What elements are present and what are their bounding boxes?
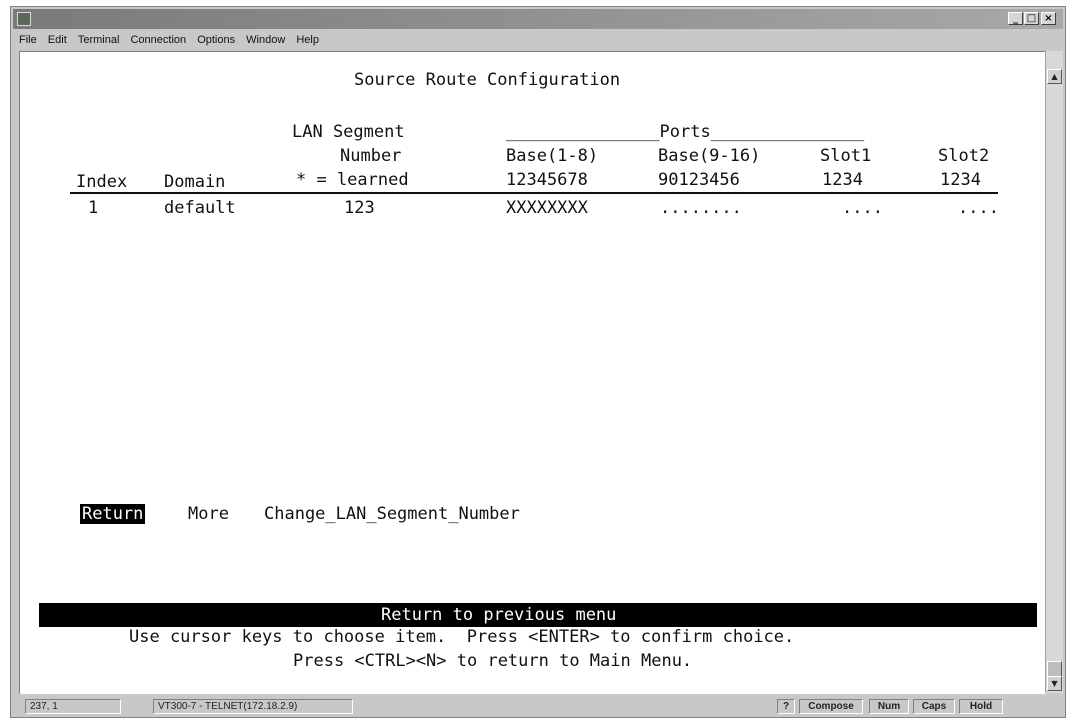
- vertical-scrollbar[interactable]: ▲ ▼: [1045, 51, 1063, 693]
- scroll-thumb[interactable]: [1047, 661, 1062, 677]
- change-lan-segment-number-command[interactable]: Change_LAN_Segment_Number: [264, 504, 520, 524]
- menu-window[interactable]: Window: [246, 31, 285, 49]
- terminal-window: _ □ × File Edit Terminal Connection Opti…: [10, 6, 1066, 718]
- connection-status: VT300-7 - TELNET(172.18.2.9): [153, 699, 353, 714]
- header-rule: [70, 192, 998, 194]
- help-bar: Return to previous menu: [39, 603, 1037, 627]
- help-line-1: Use cursor keys to choose item. Press <E…: [129, 627, 795, 647]
- menu-help[interactable]: Help: [296, 31, 319, 49]
- slot1-digits: 1234: [822, 170, 863, 190]
- row-domain: default: [164, 198, 236, 218]
- slot1-header: Slot1: [820, 146, 872, 166]
- app-icon[interactable]: [17, 12, 31, 26]
- ports-header: _______________Ports_______________: [506, 122, 865, 142]
- row-lan-segment: 123: [344, 198, 375, 218]
- menu-bar: File Edit Terminal Connection Options Wi…: [13, 31, 1063, 49]
- menu-file[interactable]: File: [19, 31, 37, 49]
- help-indicator: ?: [777, 699, 795, 714]
- cursor-position: 237, 1: [25, 699, 121, 714]
- base-9-16-digits: 90123456: [658, 170, 740, 190]
- terminal-screen[interactable]: Source Route Configuration LAN Segment N…: [19, 51, 1046, 694]
- status-bar: 237, 1 VT300-7 - TELNET(172.18.2.9) ? Co…: [13, 697, 1063, 716]
- menu-connection[interactable]: Connection: [130, 31, 186, 49]
- base-1-8-header: Base(1-8): [506, 146, 599, 166]
- row-base-9-16: ........: [660, 198, 742, 218]
- index-header: Index: [76, 172, 128, 192]
- minimize-button[interactable]: _: [1008, 12, 1023, 25]
- lan-number-header: Number: [340, 146, 402, 166]
- domain-header: Domain: [164, 172, 226, 192]
- lan-segment-header: LAN Segment: [292, 122, 405, 142]
- help-bar-text: Return to previous menu: [381, 605, 617, 625]
- slot2-header: Slot2: [938, 146, 990, 166]
- scroll-up-icon[interactable]: ▲: [1047, 69, 1062, 84]
- menu-options[interactable]: Options: [197, 31, 235, 49]
- hold-indicator: Hold: [959, 699, 1003, 714]
- row-base-1-8: XXXXXXXX: [506, 198, 588, 218]
- return-command[interactable]: Return: [80, 504, 146, 524]
- close-button[interactable]: ×: [1041, 12, 1056, 25]
- menu-terminal[interactable]: Terminal: [78, 31, 120, 49]
- base-9-16-header: Base(9-16): [658, 146, 761, 166]
- scroll-down-icon[interactable]: ▼: [1047, 676, 1062, 691]
- compose-indicator: Compose: [799, 699, 863, 714]
- base-1-8-digits: 12345678: [506, 170, 588, 190]
- row-slot1: ....: [842, 198, 883, 218]
- help-line-2: Press <CTRL><N> to return to Main Menu.: [293, 651, 693, 671]
- screen-title: Source Route Configuration: [354, 70, 621, 90]
- learned-legend: * = learned: [296, 170, 409, 190]
- title-bar[interactable]: _ □ ×: [13, 9, 1063, 29]
- row-slot2: ....: [958, 198, 999, 218]
- num-indicator: Num: [869, 699, 909, 714]
- slot2-digits: 1234: [940, 170, 981, 190]
- menu-edit[interactable]: Edit: [48, 31, 67, 49]
- caps-indicator: Caps: [913, 699, 955, 714]
- row-index: 1: [88, 198, 99, 218]
- more-command[interactable]: More: [188, 504, 229, 524]
- maximize-button[interactable]: □: [1024, 12, 1039, 25]
